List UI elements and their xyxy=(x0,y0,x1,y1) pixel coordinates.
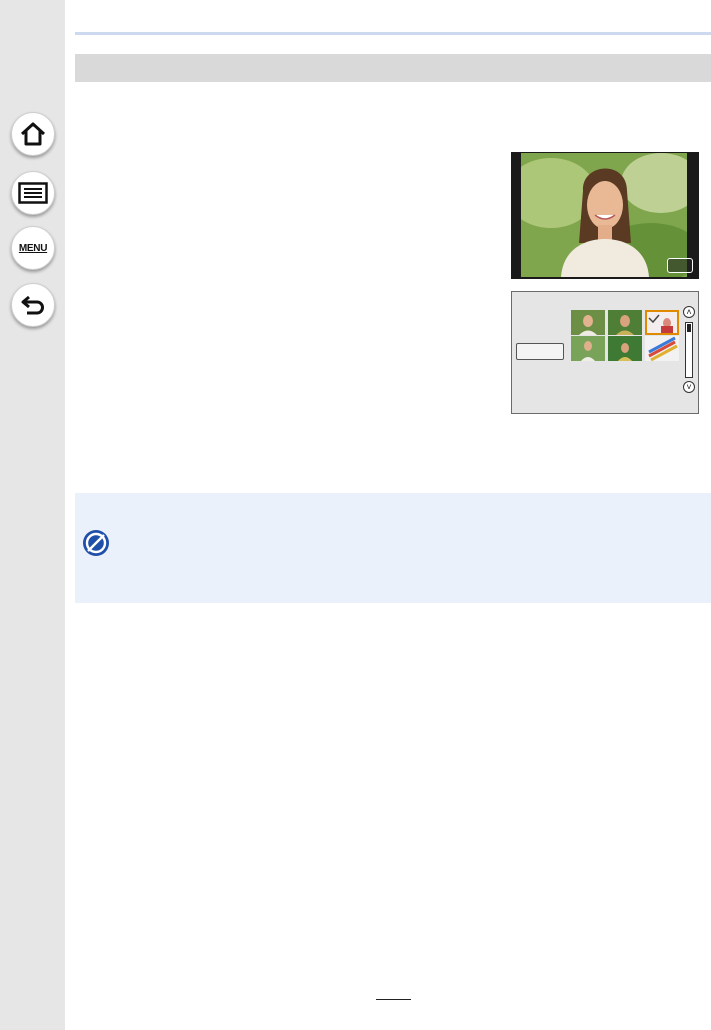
thumbnail xyxy=(608,310,642,335)
thumbnail xyxy=(571,310,605,335)
scrollbar-thumb xyxy=(687,324,691,332)
back-button[interactable] xyxy=(11,283,55,327)
home-button[interactable] xyxy=(11,112,55,156)
thumbnail xyxy=(571,336,605,361)
menu-icon: MENU xyxy=(18,242,48,254)
scroll-up-icon: ˄ xyxy=(683,306,695,318)
section-title-bar xyxy=(75,54,711,82)
scrollbar xyxy=(685,322,693,378)
sidebar: MENU xyxy=(0,0,65,1030)
home-icon xyxy=(20,122,46,146)
contents-list-icon xyxy=(18,182,48,204)
back-icon xyxy=(21,295,44,315)
screen-button xyxy=(667,258,693,273)
camera-screen-portrait xyxy=(511,152,699,279)
note-box xyxy=(75,493,711,603)
camera-screen-thumbnail-selection: ˄ ˅ xyxy=(511,291,699,414)
thumbnail-selected xyxy=(645,310,679,335)
scroll-down-icon: ˅ xyxy=(683,381,695,393)
menu-button[interactable]: MENU xyxy=(11,226,55,270)
portrait-photo xyxy=(521,153,687,277)
thumbnail xyxy=(645,336,679,361)
contents-list-button[interactable] xyxy=(11,171,55,215)
header-rule xyxy=(75,32,711,35)
not-available-icon xyxy=(83,530,109,556)
screen-set-button xyxy=(516,343,564,360)
page-number-rule xyxy=(376,999,411,1000)
thumbnail xyxy=(608,336,642,361)
